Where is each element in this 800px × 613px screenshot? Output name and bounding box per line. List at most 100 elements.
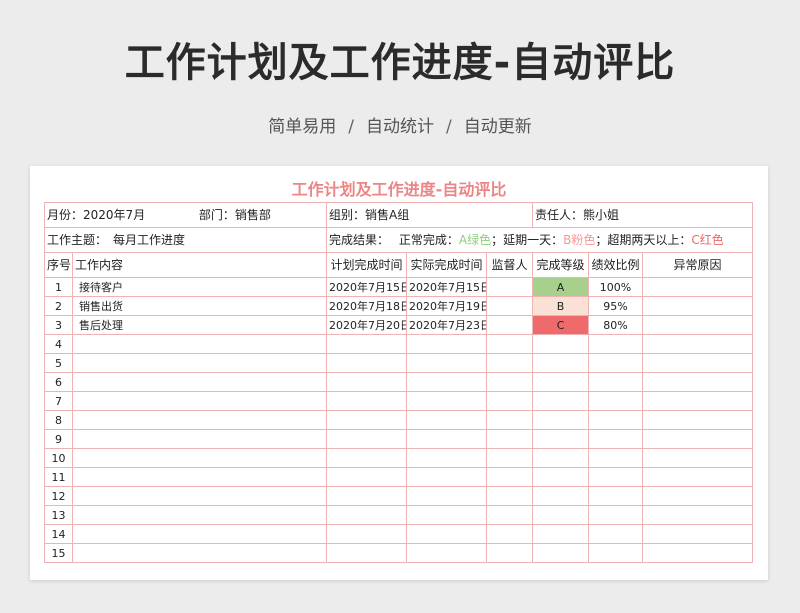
cell-no[interactable]: 1 — [44, 277, 73, 297]
cell-content[interactable] — [71, 391, 328, 411]
cell-reason[interactable] — [642, 410, 754, 430]
result-cell[interactable]: 完成结果： 正常完成：A绿色；延期一天：B粉色；超期两天以上：C红色 — [326, 227, 754, 253]
cell-actual-date[interactable] — [406, 543, 488, 563]
cell-ratio[interactable] — [588, 505, 644, 525]
cell-plan-date[interactable] — [326, 467, 408, 487]
cell-supervisor[interactable] — [486, 429, 534, 449]
cell-grade[interactable] — [532, 524, 590, 544]
cell-content[interactable]: 销售出货 — [71, 296, 328, 316]
cell-reason[interactable] — [642, 391, 754, 411]
cell-reason[interactable] — [642, 429, 754, 449]
cell-ratio[interactable]: 80% — [588, 315, 644, 335]
cell-actual-date[interactable] — [406, 505, 488, 525]
cell-reason[interactable] — [642, 372, 754, 392]
cell-no[interactable]: 8 — [44, 410, 73, 430]
cell-plan-date[interactable]: 2020年7月18日 — [326, 296, 408, 316]
cell-plan-date[interactable] — [326, 429, 408, 449]
cell-actual-date[interactable] — [406, 448, 488, 468]
cell-content[interactable] — [71, 353, 328, 373]
cell-plan-date[interactable]: 2020年7月20日 — [326, 315, 408, 335]
cell-content[interactable] — [71, 429, 328, 449]
cell-supervisor[interactable] — [486, 277, 534, 297]
cell-content[interactable] — [71, 467, 328, 487]
header-no[interactable]: 序号 — [44, 252, 73, 278]
cell-supervisor[interactable] — [486, 486, 534, 506]
header-plan-date[interactable]: 计划完成时间 — [326, 252, 408, 278]
cell-plan-date[interactable] — [326, 391, 408, 411]
cell-content[interactable] — [71, 372, 328, 392]
cell-content[interactable] — [71, 505, 328, 525]
cell-ratio[interactable] — [588, 543, 644, 563]
cell-content[interactable] — [71, 543, 328, 563]
cell-supervisor[interactable] — [486, 505, 534, 525]
cell-supervisor[interactable] — [486, 391, 534, 411]
cell-no[interactable]: 10 — [44, 448, 73, 468]
cell-grade[interactable] — [532, 410, 590, 430]
cell-plan-date[interactable] — [326, 505, 408, 525]
month-dept-cell[interactable]: 月份：2020年7月 部门：销售部 — [43, 202, 328, 228]
cell-actual-date[interactable] — [406, 429, 488, 449]
cell-reason[interactable] — [642, 448, 754, 468]
cell-no[interactable]: 4 — [44, 334, 73, 354]
cell-ratio[interactable] — [588, 448, 644, 468]
cell-content[interactable] — [71, 448, 328, 468]
cell-grade[interactable] — [532, 448, 590, 468]
cell-ratio[interactable]: 100% — [588, 277, 644, 297]
cell-reason[interactable] — [642, 334, 754, 354]
cell-no[interactable]: 12 — [44, 486, 73, 506]
header-grade[interactable]: 完成等级 — [532, 252, 590, 278]
cell-reason[interactable] — [642, 505, 754, 525]
cell-plan-date[interactable] — [326, 334, 408, 354]
cell-actual-date[interactable] — [406, 486, 488, 506]
cell-plan-date[interactable] — [326, 448, 408, 468]
cell-supervisor[interactable] — [486, 410, 534, 430]
cell-grade[interactable] — [532, 505, 590, 525]
cell-plan-date[interactable]: 2020年7月15日 — [326, 277, 408, 297]
cell-no[interactable]: 13 — [44, 505, 73, 525]
cell-grade[interactable] — [532, 429, 590, 449]
cell-no[interactable]: 7 — [44, 391, 73, 411]
cell-plan-date[interactable] — [326, 372, 408, 392]
cell-plan-date[interactable] — [326, 543, 408, 563]
cell-reason[interactable] — [642, 467, 754, 487]
group-cell[interactable]: 组别：销售A组 — [326, 202, 534, 228]
cell-ratio[interactable] — [588, 410, 644, 430]
cell-ratio[interactable] — [588, 467, 644, 487]
header-ratio[interactable]: 绩效比例 — [588, 252, 644, 278]
cell-content[interactable] — [71, 410, 328, 430]
cell-reason[interactable] — [642, 296, 754, 316]
cell-supervisor[interactable] — [486, 448, 534, 468]
header-content[interactable]: 工作内容 — [71, 252, 328, 278]
cell-grade[interactable]: A — [532, 277, 590, 297]
cell-supervisor[interactable] — [486, 353, 534, 373]
cell-ratio[interactable]: 95% — [588, 296, 644, 316]
cell-ratio[interactable] — [588, 391, 644, 411]
cell-ratio[interactable] — [588, 486, 644, 506]
cell-grade[interactable] — [532, 353, 590, 373]
cell-content[interactable] — [71, 486, 328, 506]
cell-content[interactable] — [71, 334, 328, 354]
cell-ratio[interactable] — [588, 372, 644, 392]
cell-content[interactable] — [71, 524, 328, 544]
cell-reason[interactable] — [642, 486, 754, 506]
owner-cell[interactable]: 责任人：熊小姐 — [532, 202, 754, 228]
cell-ratio[interactable] — [588, 353, 644, 373]
cell-plan-date[interactable] — [326, 353, 408, 373]
cell-reason[interactable] — [642, 353, 754, 373]
cell-content[interactable]: 接待客户 — [71, 277, 328, 297]
cell-ratio[interactable] — [588, 334, 644, 354]
cell-no[interactable]: 6 — [44, 372, 73, 392]
cell-actual-date[interactable]: 2020年7月23日 — [406, 315, 488, 335]
cell-grade[interactable]: C — [532, 315, 590, 335]
cell-plan-date[interactable] — [326, 524, 408, 544]
cell-actual-date[interactable]: 2020年7月15日 — [406, 277, 488, 297]
cell-no[interactable]: 3 — [44, 315, 73, 335]
cell-content[interactable]: 售后处理 — [71, 315, 328, 335]
cell-plan-date[interactable] — [326, 486, 408, 506]
cell-no[interactable]: 11 — [44, 467, 73, 487]
cell-actual-date[interactable] — [406, 372, 488, 392]
header-actual-date[interactable]: 实际完成时间 — [406, 252, 488, 278]
cell-supervisor[interactable] — [486, 334, 534, 354]
cell-supervisor[interactable] — [486, 372, 534, 392]
header-reason[interactable]: 异常原因 — [642, 252, 754, 278]
